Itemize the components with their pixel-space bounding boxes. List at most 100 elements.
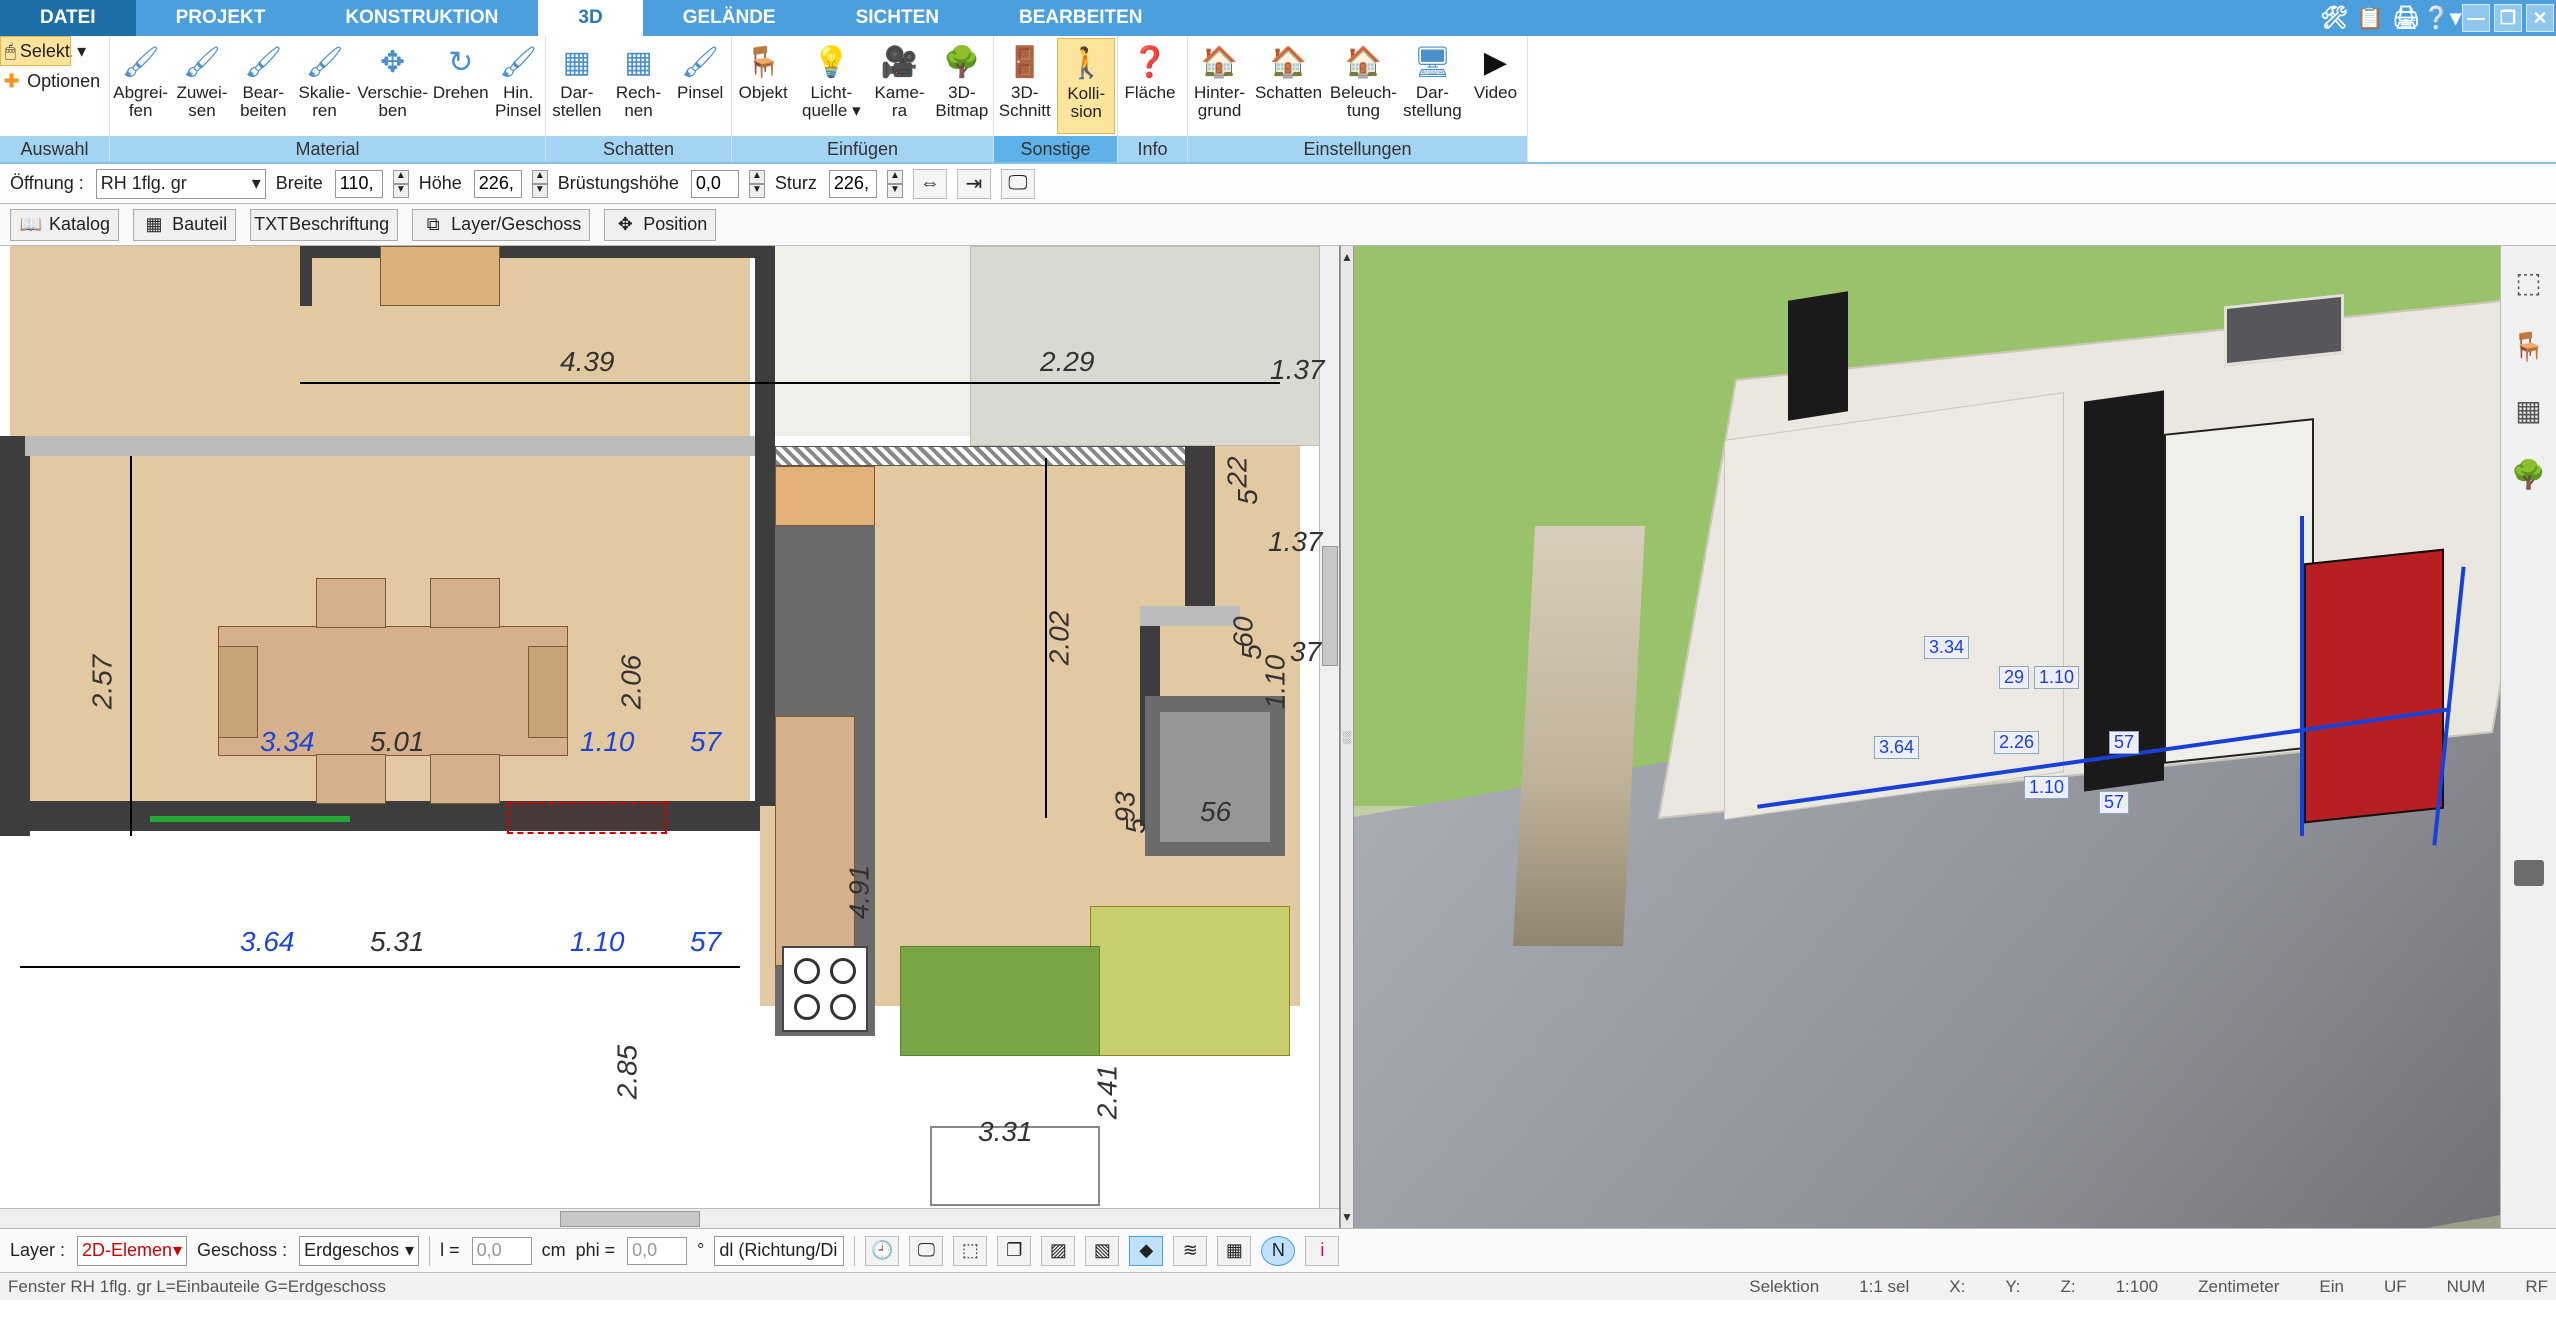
dim3d-label: 3.64 (1874, 736, 1919, 759)
view-splitter[interactable]: ▲░▼ (1340, 246, 1354, 1228)
tab-3d[interactable]: 3D (538, 0, 642, 36)
tab-bearbeiten[interactable]: BEARBEITEN (979, 0, 1183, 36)
print-icon[interactable]: 🖨 (2391, 3, 2421, 33)
tool-darstellen[interactable]: ▦Dar- stellen (548, 38, 606, 134)
position-button[interactable]: ✥Position (604, 209, 716, 241)
north-icon[interactable]: N (1261, 1236, 1295, 1266)
opening-label: Öffnung : (10, 173, 84, 194)
clipboard-icon[interactable]: 📋 (2355, 3, 2385, 33)
katalog-button[interactable]: 📖Katalog (10, 209, 119, 241)
tree-icon[interactable]: 🌳 (2509, 454, 2549, 494)
tool-zuweisen[interactable]: 🖌Zuwei- sen (173, 38, 230, 134)
layer-dropdown[interactable]: 2D-Elemen▾ (77, 1236, 187, 1266)
chair-icon[interactable]: 🪑 (2509, 326, 2549, 366)
minimize-button[interactable]: — (2462, 4, 2490, 32)
monitor2-icon[interactable]: 🖵 (909, 1236, 943, 1266)
tab-konstruktion[interactable]: KONSTRUKTION (305, 0, 538, 36)
drawer-icon[interactable]: ⇥ (957, 169, 991, 199)
side-panel-grip[interactable] (2514, 518, 2544, 1228)
tab-gelaende[interactable]: GELÄNDE (643, 0, 816, 36)
options-tool[interactable]: Optionen (0, 66, 109, 96)
status-unit: Zentimeter (2198, 1277, 2279, 1297)
layergeschoss-button[interactable]: ⧉Layer/Geschoss (412, 209, 590, 241)
group-auswahl: Auswahl (0, 136, 109, 162)
view2d-scroll-h[interactable] (0, 1208, 1339, 1228)
breite-stepper[interactable]: ▲▼ (393, 170, 409, 198)
tool-lichtquelle[interactable]: 💡Licht- quelle ▾ (796, 38, 866, 134)
opening-dropdown[interactable]: RH 1flg. gr▾ (96, 169, 266, 199)
tool-objekt[interactable]: 🪑Objekt (734, 38, 792, 134)
view2d-scroll-v[interactable] (1319, 246, 1339, 1208)
tool-hintergrund[interactable]: 🏠Hinter- grund (1190, 38, 1249, 134)
cm-unit: cm (542, 1240, 566, 1261)
palette-icon[interactable]: ▦ (2509, 390, 2549, 430)
status-num: NUM (2447, 1277, 2486, 1297)
tool-rechnen[interactable]: ▦Rech- nen (610, 38, 668, 134)
dim-label: 1.37 (1270, 354, 1325, 386)
tab-sichten[interactable]: SICHTEN (816, 0, 979, 36)
sturz-input[interactable] (829, 170, 877, 198)
floorplan-2d-viewport[interactable]: 4.392.291.372.572.065.012.022251.3760537… (0, 246, 1340, 1228)
tool-3dschnitt[interactable]: 🚪3D- Schnitt (996, 38, 1053, 134)
hatch2-icon[interactable]: ▧ (1085, 1236, 1119, 1266)
bruest-stepper[interactable]: ▲▼ (749, 170, 765, 198)
phi-label: phi = (576, 1240, 616, 1261)
tool-video[interactable]: ▶Video (1466, 38, 1525, 134)
status-scale: 1:100 (2116, 1277, 2159, 1297)
tool-drehen[interactable]: ↻Drehen (432, 38, 489, 134)
tool-skalieren[interactable]: 🖌Skalie- ren (296, 38, 353, 134)
stack-icon[interactable]: ≋ (1173, 1236, 1207, 1266)
sturz-stepper[interactable]: ▲▼ (887, 170, 903, 198)
geschoss-label: Geschoss : (197, 1240, 287, 1261)
bauteil-button[interactable]: ▦Bauteil (133, 209, 236, 241)
tool-pinsel[interactable]: 🖌Pinsel (671, 38, 729, 134)
tool-kollision[interactable]: 🚶Kolli- sion (1057, 38, 1115, 134)
hoehe-input[interactable] (474, 170, 522, 198)
dim3d-label: 57 (2109, 731, 2139, 754)
tool-hinpinsel[interactable]: 🖌Hin. Pinsel (493, 38, 543, 134)
select-tool[interactable]: 🖱Selekt (0, 36, 71, 66)
bruest-input[interactable] (691, 170, 739, 198)
stone-pillar (1513, 526, 1645, 946)
maximize-button[interactable]: ❐ (2494, 4, 2522, 32)
dim-label: 1.37 (1268, 526, 1323, 558)
tool-3dbitmap[interactable]: 🌳3D- Bitmap (933, 38, 991, 134)
clock-icon[interactable]: 🕘 (865, 1236, 899, 1266)
hoehe-stepper[interactable]: ▲▼ (532, 170, 548, 198)
tool-bearbeiten[interactable]: 🖌Bear- beiten (235, 38, 292, 134)
beschriftung-button[interactable]: TXTBeschriftung (250, 209, 398, 241)
tool-darstellung[interactable]: 🖥Dar- stellung (1403, 38, 1462, 134)
tool-kamera[interactable]: 🎥Kame- ra (870, 38, 928, 134)
layers2-icon[interactable]: ⬚ (953, 1236, 987, 1266)
dim-label: 2.06 (615, 655, 647, 710)
view3d-viewport[interactable]: 3.34292.261.103.641.105757 (1354, 246, 2500, 1228)
mode-dropdown[interactable]: dl (Richtung/Di (714, 1236, 844, 1266)
dim-label: 2.29 (1040, 346, 1095, 378)
close-button[interactable]: ✕ (2526, 4, 2554, 32)
tools-icon[interactable]: 🛠 (2319, 3, 2349, 33)
tool-abgreifen[interactable]: 🖌Abgrei- fen (112, 38, 169, 134)
help-icon[interactable]: ❔▾ (2427, 3, 2457, 33)
phi-input[interactable] (627, 1237, 687, 1265)
tool-schatten-settings[interactable]: 🏠Schatten (1253, 38, 1324, 134)
dim-label: 37 (1290, 636, 1321, 668)
monitor-icon[interactable]: 🖵 (1001, 169, 1035, 199)
flat-icon[interactable]: ◆ (1129, 1236, 1163, 1266)
info-icon[interactable]: i (1305, 1236, 1339, 1266)
status-rf: RF (2525, 1277, 2548, 1297)
tab-datei[interactable]: DATEI (0, 0, 136, 36)
tool-verschieben[interactable]: ✥Verschie- ben (357, 38, 428, 134)
breite-input[interactable] (335, 170, 383, 198)
grid-icon[interactable]: ▦ (1217, 1236, 1251, 1266)
hatch1-icon[interactable]: ▨ (1041, 1236, 1075, 1266)
flip-h-icon[interactable]: ⇔ (913, 169, 947, 199)
tool-beleuchtung[interactable]: 🏠Beleuch- tung (1328, 38, 1399, 134)
tool-flaeche[interactable]: ❓Fläche (1120, 38, 1180, 134)
l-label: l = (440, 1240, 460, 1261)
duplicate-icon[interactable]: ❐ (997, 1236, 1031, 1266)
tab-projekt[interactable]: PROJEKT (136, 0, 306, 36)
l-input[interactable] (472, 1237, 532, 1265)
layers-icon[interactable]: ⬚ (2509, 262, 2549, 302)
dim-label: 2.85 (611, 1045, 643, 1100)
geschoss-dropdown[interactable]: Erdgeschos▾ (299, 1236, 419, 1266)
